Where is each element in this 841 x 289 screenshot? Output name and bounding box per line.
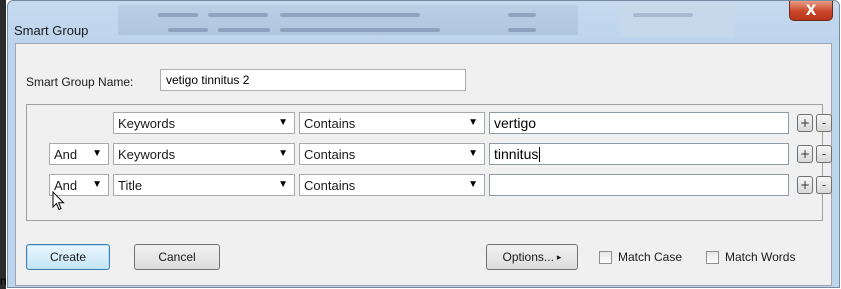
operator-dropdown-row-3[interactable]: Contains ▼: [299, 174, 485, 196]
plus-icon: +: [799, 147, 811, 161]
operator-dropdown-row-1[interactable]: Contains ▼: [299, 112, 485, 134]
criteria-value-input-row-2[interactable]: tinnitus: [489, 143, 789, 165]
background-blur: [620, 3, 735, 37]
background-blur-line: [280, 13, 420, 17]
plus-icon: +: [799, 178, 811, 192]
background-blur-line: [280, 28, 440, 32]
criteria-value-input-row-1[interactable]: vertigo: [489, 112, 789, 134]
dialog-client-area: Smart Group Name: vetigo tinnitus 2 Keyw…: [15, 43, 832, 286]
background-blur-line: [158, 13, 198, 17]
smart-group-dialog: Smart Group X Smart Group Name: vetigo t…: [7, 0, 840, 288]
chevron-down-icon: ▼: [92, 179, 102, 190]
connector-dropdown-value: And: [54, 147, 78, 162]
remove-row-button[interactable]: -: [816, 145, 832, 163]
dialog-title: Smart Group: [14, 23, 89, 38]
connector-dropdown-row-2[interactable]: And ▼: [49, 143, 109, 165]
criteria-panel: Keywords ▼ Contains ▼ vertigo + - And ▼ …: [26, 104, 832, 221]
match-case-label: Match Case: [618, 250, 683, 264]
chevron-down-icon: ▼: [92, 148, 102, 159]
remove-row-button[interactable]: -: [816, 114, 832, 132]
plus-icon: +: [799, 116, 811, 130]
minus-icon: -: [821, 178, 827, 192]
match-words-checkbox[interactable]: Match Words: [706, 250, 795, 264]
cancel-button-label: Cancel: [158, 250, 196, 264]
background-blur-line: [508, 28, 536, 32]
operator-dropdown-value: Contains: [304, 116, 356, 131]
match-words-label: Match Words: [725, 250, 796, 264]
minus-icon: -: [821, 147, 827, 161]
operator-dropdown-value: Contains: [304, 147, 356, 162]
add-row-button[interactable]: +: [797, 114, 813, 132]
background-blur-line: [218, 28, 270, 32]
add-row-button[interactable]: +: [797, 176, 813, 194]
checkbox-box[interactable]: [599, 250, 612, 264]
screen: n Smart Group X Smart Group Name: vetigo…: [0, 0, 841, 289]
background-window-edge: [0, 0, 6, 289]
minus-icon: -: [821, 116, 827, 130]
chevron-down-icon: ▼: [468, 148, 478, 159]
field-dropdown-row-1[interactable]: Keywords ▼: [113, 112, 295, 134]
options-button-label: Options...: [502, 250, 554, 264]
background-blur-line: [208, 13, 268, 17]
field-dropdown-value: Keywords: [118, 116, 176, 131]
text-caret: [539, 147, 541, 162]
operator-dropdown-value: Contains: [304, 178, 356, 193]
mouse-pointer-icon: [52, 191, 65, 211]
background-blur-line: [508, 13, 536, 17]
background-text-fragment: n: [0, 274, 7, 288]
triangle-right-icon: ▸: [556, 251, 562, 262]
close-button[interactable]: X: [789, 1, 833, 21]
criteria-value-text: tinnitus: [494, 146, 539, 162]
cancel-button[interactable]: Cancel: [134, 244, 220, 270]
title-bar[interactable]: Smart Group X: [8, 1, 839, 43]
chevron-down-icon: ▼: [468, 117, 478, 128]
chevron-down-icon: ▼: [278, 179, 288, 190]
field-dropdown-row-2[interactable]: Keywords ▼: [113, 143, 295, 165]
create-button-label: Create: [49, 250, 87, 264]
close-icon: X: [805, 2, 817, 19]
field-dropdown-row-3[interactable]: Title ▼: [113, 174, 295, 196]
background-blur-line: [633, 13, 693, 17]
chevron-down-icon: ▼: [278, 148, 288, 159]
match-case-checkbox[interactable]: Match Case: [599, 250, 682, 264]
criteria-value-input-row-3[interactable]: [489, 174, 789, 196]
checkbox-box[interactable]: [706, 250, 719, 264]
add-row-button[interactable]: +: [797, 145, 813, 163]
criteria-value-text: vertigo: [494, 115, 537, 131]
background-blur-line: [168, 28, 208, 32]
field-dropdown-value: Title: [118, 178, 143, 193]
chevron-down-icon: ▼: [468, 179, 478, 190]
smart-group-name-label: Smart Group Name:: [26, 75, 134, 89]
options-button[interactable]: Options... ▸: [486, 244, 578, 270]
chevron-down-icon: ▼: [278, 117, 288, 128]
operator-dropdown-row-2[interactable]: Contains ▼: [299, 143, 485, 165]
create-button[interactable]: Create: [26, 244, 110, 270]
remove-row-button[interactable]: -: [816, 176, 832, 194]
smart-group-name-input[interactable]: vetigo tinnitus 2: [160, 69, 466, 91]
field-dropdown-value: Keywords: [118, 147, 176, 162]
